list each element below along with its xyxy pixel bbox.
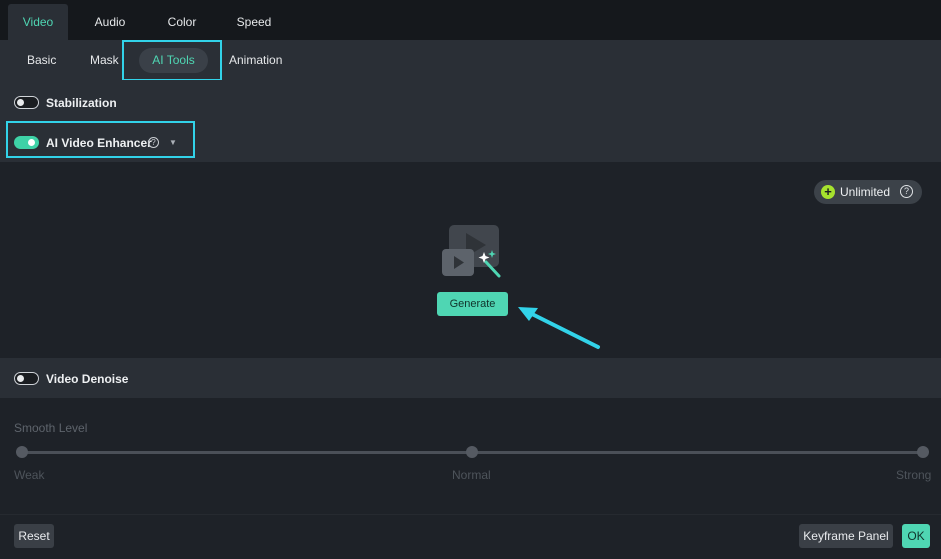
reset-button[interactable]: Reset xyxy=(14,524,54,548)
ok-button[interactable]: OK xyxy=(902,524,930,548)
generate-button[interactable]: Generate xyxy=(437,292,508,316)
tab-audio[interactable]: Audio xyxy=(80,4,140,40)
keyframe-panel-button[interactable]: Keyframe Panel xyxy=(799,524,893,548)
subtab-mask[interactable]: Mask xyxy=(90,53,119,67)
level-label-strong: Strong xyxy=(896,468,932,482)
smooth-level-label: Smooth Level xyxy=(14,421,88,435)
level-label-weak: Weak xyxy=(14,468,45,482)
level-label-normal: Normal xyxy=(452,468,491,482)
unlimited-badge[interactable]: + Unlimited ? xyxy=(814,180,922,204)
stabilization-toggle[interactable] xyxy=(14,96,39,109)
video-denoise-row xyxy=(0,358,941,398)
tab-speed[interactable]: Speed xyxy=(224,4,284,40)
highlight-box-ai-video-enhancer xyxy=(6,121,195,158)
slider-stop-strong[interactable] xyxy=(917,446,929,458)
subtab-animation[interactable]: Animation xyxy=(229,53,282,67)
highlight-box-ai-tools xyxy=(122,40,222,81)
video-magic-wand-icon xyxy=(442,225,501,278)
question-circle-icon[interactable]: ? xyxy=(900,185,913,198)
subtab-basic[interactable]: Basic xyxy=(27,53,56,67)
video-denoise-label: Video Denoise xyxy=(46,372,129,386)
slider-handle-normal[interactable] xyxy=(466,446,478,458)
video-denoise-toggle[interactable] xyxy=(14,372,39,385)
plus-circle-icon: + xyxy=(821,185,835,199)
tab-color[interactable]: Color xyxy=(152,4,212,40)
annotation-arrow-icon xyxy=(518,307,600,349)
tab-video[interactable]: Video xyxy=(8,4,68,40)
top-tab-bar: Video Audio Color Speed xyxy=(0,0,941,40)
stabilization-label: Stabilization xyxy=(46,96,117,110)
unlimited-label: Unlimited xyxy=(840,185,891,199)
slider-stop-weak[interactable] xyxy=(16,446,28,458)
